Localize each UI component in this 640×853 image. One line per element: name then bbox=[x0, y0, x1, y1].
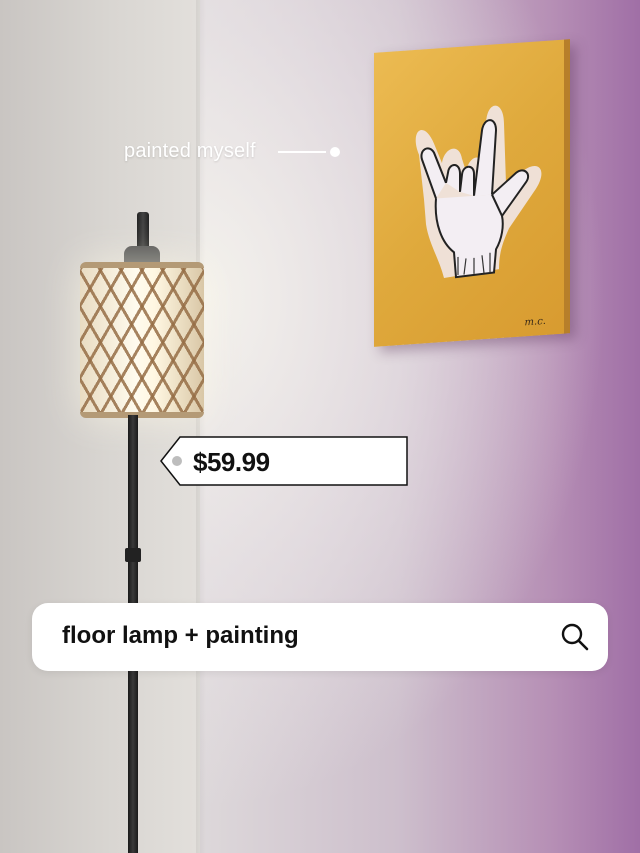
search-icon[interactable] bbox=[560, 622, 590, 652]
wall-left bbox=[0, 0, 205, 853]
hand-sign-illustration bbox=[415, 105, 542, 279]
price-tag-hole bbox=[172, 456, 182, 466]
search-query[interactable]: floor lamp + painting bbox=[62, 622, 299, 650]
annotation-text: painted myself bbox=[124, 140, 256, 162]
photo-scene: m.c. bbox=[0, 0, 640, 853]
painting-signature: m.c. bbox=[524, 315, 546, 329]
lamp-shade bbox=[80, 262, 204, 418]
annotation-line bbox=[277, 150, 326, 153]
annotation-dot bbox=[329, 146, 340, 157]
annotation-label: painted myself bbox=[124, 140, 340, 163]
search-bar[interactable]: floor lamp + painting bbox=[32, 603, 608, 671]
price-label: $59.99 bbox=[193, 447, 270, 477]
hand-painting: m.c. bbox=[374, 39, 570, 347]
wall-corner bbox=[196, 0, 206, 853]
lamp-joint bbox=[125, 548, 141, 562]
price-tag[interactable]: $59.99 bbox=[160, 436, 408, 486]
